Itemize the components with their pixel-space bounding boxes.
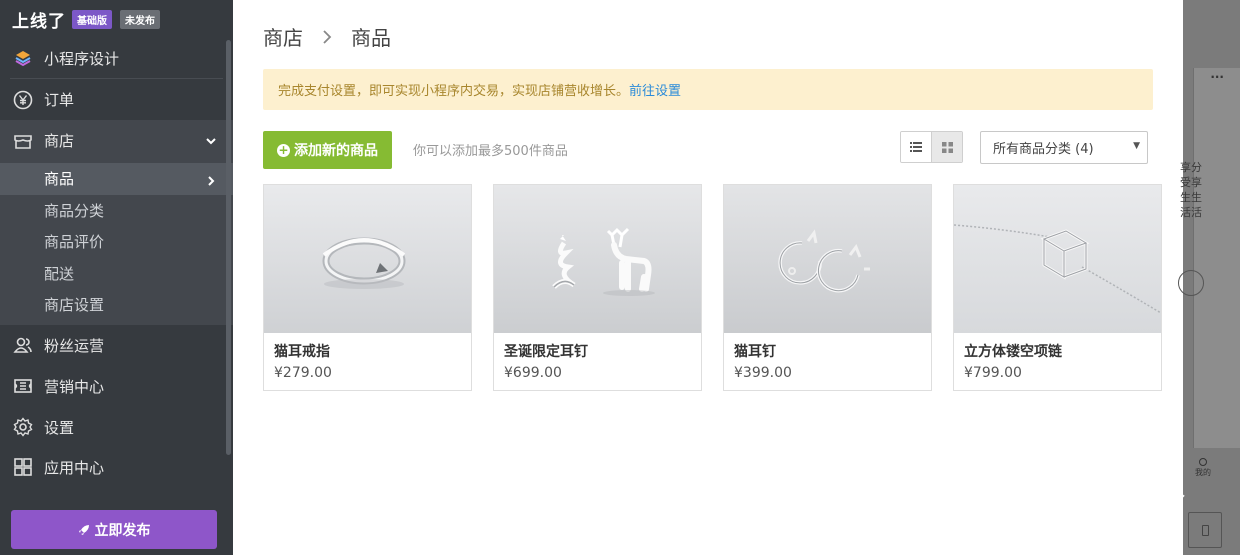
status-badge: 未发布 <box>120 9 160 29</box>
notice-settings-link[interactable]: 前往设置 <box>629 80 681 99</box>
sidebar-subitem-reviews[interactable]: 商品评价 <box>0 226 233 258</box>
publish-button[interactable]: 立即发布 <box>11 510 217 549</box>
preview-circle-icon <box>1178 270 1204 296</box>
payment-notice: 完成支付设置，即可实现小程序内交易，实现店铺营收增长。 前往设置 <box>263 69 1153 110</box>
breadcrumb: 商店 商品 <box>263 22 391 51</box>
sidebar-item-settings[interactable]: 设置 <box>0 407 233 448</box>
sidebar-subitem-label: 配送 <box>44 264 75 283</box>
product-limit-hint: 你可以添加最多500件商品 <box>413 144 568 159</box>
product-card[interactable]: 立方体镂空项链 ¥799.00 <box>953 184 1162 391</box>
product-image-cat-earrings <box>724 185 931 333</box>
grid-view-button[interactable] <box>931 132 962 162</box>
breadcrumb-shop[interactable]: 商店 <box>263 22 303 51</box>
chevron-down-icon <box>205 133 217 151</box>
add-product-label: 添加新的商品 <box>294 143 378 159</box>
sidebar-scrollbar[interactable] <box>226 40 231 455</box>
fans-icon <box>12 334 34 356</box>
sidebar-item-label: 商店 <box>44 132 75 150</box>
sidebar-item-apps[interactable]: 应用中心 <box>0 448 233 478</box>
plus-circle-icon: + <box>277 142 290 157</box>
add-product-button[interactable]: + 添加新的商品 <box>263 131 392 169</box>
user-icon <box>1199 458 1207 466</box>
product-image-cube-necklace <box>954 185 1161 333</box>
sidebar-item-orders[interactable]: 订单 <box>0 79 233 120</box>
caret-down-icon: ▼ <box>1133 141 1140 151</box>
category-select-value: 所有商品分类 (4) <box>993 142 1094 157</box>
sidebar-item-design[interactable]: 小程序设计 <box>0 38 233 78</box>
sidebar-item-shop[interactable]: 商店 <box>0 120 233 161</box>
product-card[interactable]: 猫耳钉 ¥399.00 <box>723 184 932 391</box>
preview-panel <box>1193 68 1240 448</box>
marketing-icon <box>12 375 34 397</box>
plan-badge: 基础版 <box>72 9 112 29</box>
preview-tab-mine-label: 我的 <box>1195 468 1211 477</box>
sidebar-header: 上线了 基础版 未发布 <box>0 0 233 38</box>
product-name: 圣诞限定耳钉 <box>504 344 588 360</box>
notice-text: 完成支付设置，即可实现小程序内交易，实现店铺营收增长。 <box>278 84 630 99</box>
sidebar-item-label: 粉丝运营 <box>44 336 105 355</box>
sidebar-item-marketing[interactable]: 营销中心 <box>0 366 233 407</box>
products-panel: 商店 商品 完成支付设置，即可实现小程序内交易，实现店铺营收增长。 前往设置 +… <box>233 0 1183 555</box>
product-price: ¥399.00 <box>734 365 792 381</box>
publish-label: 立即发布 <box>94 522 151 539</box>
sidebar-subitem-products[interactable]: 商品 <box>0 163 233 195</box>
sidebar-item-fans[interactable]: 粉丝运营 <box>0 325 233 366</box>
apps-icon <box>12 456 34 478</box>
product-price: ¥799.00 <box>964 365 1022 381</box>
sidebar-subitem-delivery[interactable]: 配送 <box>0 258 233 290</box>
breadcrumb-products: 商品 <box>351 26 391 50</box>
preview-vertical-text: 享分 受享 生生 活活 <box>1180 161 1202 219</box>
view-toggle <box>900 131 963 163</box>
sidebar-item-label: 小程序设计 <box>44 49 120 68</box>
list-view-button[interactable] <box>901 132 931 162</box>
preview-tab-mine: 我的 <box>1193 458 1213 478</box>
product-price: ¥699.00 <box>504 365 562 381</box>
gear-icon <box>12 416 34 438</box>
product-name: 立方体镂空项链 <box>964 344 1062 360</box>
product-price: ¥279.00 <box>274 365 332 381</box>
list-icon <box>910 142 922 152</box>
sidebar-subitem-categories[interactable]: 商品分类 <box>0 195 233 227</box>
sidebar-item-label: 设置 <box>44 418 75 437</box>
shop-icon <box>12 130 34 152</box>
sidebar: 上线了 基础版 未发布 小程序设计 订单 商店 商品 商品分类 商品评价 配送 … <box>0 0 233 555</box>
sidebar-subitem-label: 商品评价 <box>44 233 105 252</box>
sidebar-subitem-shop-settings[interactable]: 商店设置 <box>0 289 233 321</box>
product-grid: 猫耳戒指 ¥279.00 圣诞限定耳钉 ¥699.00 猫耳钉 ¥399.00 … <box>263 184 1162 391</box>
shop-submenu: 商品 商品分类 商品评价 配送 商店设置 <box>0 161 233 325</box>
zhihu-watermark: 知乎 @上线了 <box>980 489 1190 527</box>
more-icon: ··· <box>1210 70 1224 84</box>
sidebar-item-label: 营销中心 <box>44 377 105 396</box>
sidebar-subitem-label: 商品分类 <box>44 201 105 220</box>
product-name: 猫耳钉 <box>734 344 776 360</box>
app-logo[interactable]: 上线了 <box>12 7 66 32</box>
product-name: 猫耳戒指 <box>274 344 330 360</box>
category-select[interactable]: 所有商品分类 (4) ▼ <box>980 131 1148 164</box>
rocket-icon <box>78 524 90 536</box>
sidebar-subitem-label: 商品 <box>44 170 75 189</box>
product-card[interactable]: 猫耳戒指 ¥279.00 <box>263 184 472 391</box>
sidebar-item-label: 订单 <box>44 91 75 109</box>
sidebar-subitem-label: 商店设置 <box>44 296 105 315</box>
yuan-icon <box>12 89 34 111</box>
layers-icon <box>12 47 34 69</box>
product-image-christmas-earrings <box>494 185 701 333</box>
product-image-cat-ring <box>264 185 471 333</box>
phone-icon <box>1188 512 1222 548</box>
product-card[interactable]: 圣诞限定耳钉 ¥699.00 <box>493 184 702 391</box>
sidebar-item-label: 应用中心 <box>44 458 105 477</box>
chevron-right-icon <box>321 29 333 45</box>
grid-icon <box>941 141 953 153</box>
chevron-right-icon <box>205 173 217 191</box>
